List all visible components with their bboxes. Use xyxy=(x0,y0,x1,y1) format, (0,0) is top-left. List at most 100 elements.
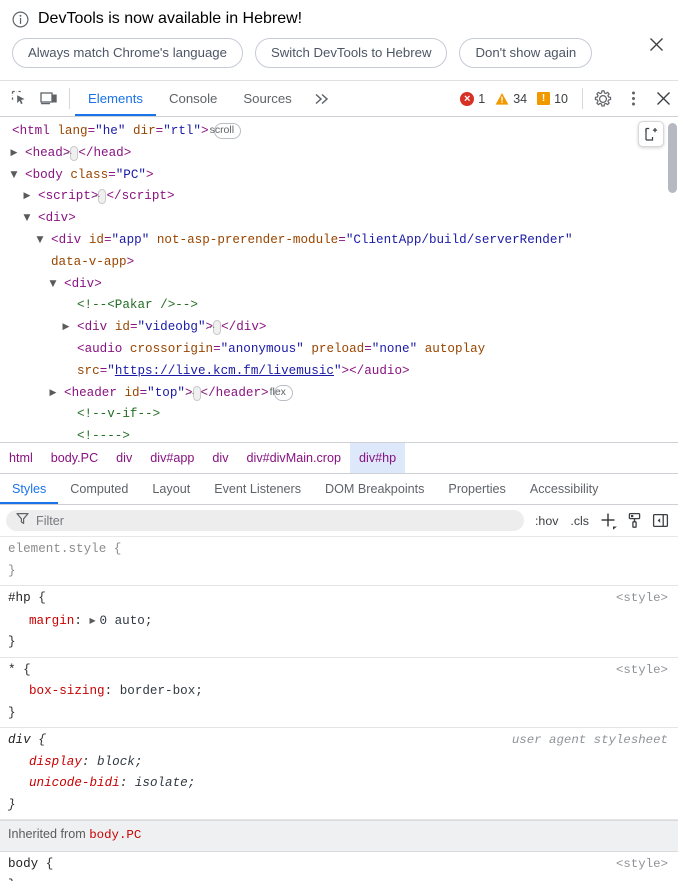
dom-tree-node[interactable]: ▼<div> xyxy=(0,208,678,230)
styles-pane[interactable]: element.style {}<style>#hp {margin: ▶0 a… xyxy=(0,537,678,881)
declaration-value[interactable]: isolate; xyxy=(135,776,195,790)
toggle-sidebar-icon[interactable] xyxy=(648,509,672,533)
style-rule-universal-rule[interactable]: <style>* {box-sizing: border-box;} xyxy=(0,658,678,729)
dom-tree-node[interactable]: <!--<Pakar />--> xyxy=(0,295,678,317)
dom-tree-node[interactable]: ▶<head>…</head> xyxy=(0,143,678,165)
style-rule-selector[interactable]: div xyxy=(8,733,31,747)
sidebar-tab-layout[interactable]: Layout xyxy=(140,474,202,504)
error-counter[interactable]: × 1 xyxy=(457,92,488,106)
attribute-link[interactable]: https://live.kcm.fm/livemusic xyxy=(115,364,334,378)
dom-tree-node[interactable]: ▶<header id="top">…</header>flex xyxy=(0,383,678,405)
sidebar-tab-properties[interactable]: Properties xyxy=(436,474,517,504)
style-declaration[interactable]: display: block; xyxy=(8,752,670,774)
tab-sources[interactable]: Sources xyxy=(230,81,304,116)
chevron-double-right-icon[interactable] xyxy=(305,81,339,116)
dom-tree[interactable]: <html lang="he" dir="rtl">scroll▶<head>…… xyxy=(0,117,678,443)
dom-tree-panel[interactable]: <html lang="he" dir="rtl">scroll▶<head>…… xyxy=(0,117,678,443)
expand-children-ellipsis[interactable]: … xyxy=(193,386,201,401)
sidebar-tabs[interactable]: StylesComputedLayoutEvent ListenersDOM B… xyxy=(0,474,678,505)
style-rule-selector[interactable]: * xyxy=(8,663,16,677)
breadcrumb-item-div[interactable]: div xyxy=(107,443,141,473)
inspect-element-icon[interactable] xyxy=(4,81,34,116)
inherited-source-selector[interactable]: body.PC xyxy=(89,828,141,842)
declaration-property[interactable]: box-sizing xyxy=(29,684,105,698)
kebab-menu-icon[interactable] xyxy=(618,81,648,116)
token-attrval: "videobg" xyxy=(138,320,206,334)
style-rule-hp-rule[interactable]: <style>#hp {margin: ▶0 auto;} xyxy=(0,586,678,658)
twisty-expanded-icon[interactable]: ▼ xyxy=(14,165,25,187)
always-match-language-button[interactable]: Always match Chrome's language xyxy=(12,38,243,68)
breadcrumb-item-div[interactable]: div xyxy=(203,443,237,473)
style-rule-body-rule[interactable]: <style>body {} xyxy=(0,852,678,881)
switch-devtools-language-button[interactable]: Switch DevTools to Hebrew xyxy=(255,38,448,68)
twisty-collapsed-icon[interactable]: ▶ xyxy=(27,186,38,208)
twisty-expanded-icon[interactable]: ▼ xyxy=(40,230,51,252)
element-classes-icon[interactable] xyxy=(622,509,646,533)
adorner-badge-scroll[interactable]: scroll xyxy=(214,123,242,139)
tab-elements[interactable]: Elements xyxy=(75,81,156,116)
style-rule-div-ua-rule[interactable]: user agent stylesheetdiv {display: block… xyxy=(0,728,678,820)
style-declaration[interactable]: box-sizing: border-box; xyxy=(8,681,670,703)
close-icon[interactable] xyxy=(644,32,668,56)
declaration-value[interactable]: border-box; xyxy=(120,684,203,698)
style-rule-origin[interactable]: <style> xyxy=(616,660,668,682)
twisty-expanded-icon[interactable]: ▼ xyxy=(53,274,64,296)
token-tagname: div xyxy=(72,277,95,291)
breadcrumb-item-div-divmain-crop[interactable]: div#divMain.crop xyxy=(238,443,351,473)
issue-counters[interactable]: × 1 34 ! 10 xyxy=(451,81,577,116)
dom-tree-node[interactable]: <html lang="he" dir="rtl">scroll xyxy=(0,121,678,143)
breadcrumb[interactable]: htmlbody.PCdivdiv#appdivdiv#divMain.crop… xyxy=(0,443,678,474)
style-rule-selector[interactable]: body xyxy=(8,857,38,871)
twisty-collapsed-icon[interactable]: ▶ xyxy=(14,143,25,165)
declaration-value[interactable]: block; xyxy=(97,755,142,769)
style-declaration[interactable]: unicode-bidi: isolate; xyxy=(8,773,670,795)
style-rule-selector[interactable]: element.style xyxy=(8,542,106,556)
sidebar-tab-dom-breakpoints[interactable]: DOM Breakpoints xyxy=(313,474,436,504)
sidebar-tab-event-listeners[interactable]: Event Listeners xyxy=(202,474,313,504)
adorner-badge-flex[interactable]: flex xyxy=(274,385,293,401)
dom-tree-node[interactable]: <!----> xyxy=(0,426,678,443)
declaration-property[interactable]: display xyxy=(29,755,82,769)
style-rule-element-style-rule[interactable]: element.style {} xyxy=(0,537,678,586)
style-rule-selector[interactable]: #hp xyxy=(8,591,31,605)
plus-new-style-rule-icon[interactable] xyxy=(596,509,620,533)
element-class-button[interactable]: .cls xyxy=(565,514,594,528)
declaration-property[interactable]: margin xyxy=(29,614,74,628)
search-input[interactable]: Filter xyxy=(6,510,524,531)
device-toolbar-icon[interactable] xyxy=(34,81,64,116)
style-rule-origin[interactable]: <style> xyxy=(616,854,668,876)
dom-tree-node[interactable]: ▼<body class="PC"> xyxy=(0,165,678,187)
sidebar-tab-computed[interactable]: Computed xyxy=(58,474,140,504)
declaration-value[interactable]: 0 auto; xyxy=(99,614,152,628)
style-declaration[interactable]: margin: ▶0 auto; xyxy=(8,610,670,633)
declaration-expand-icon[interactable]: ▶ xyxy=(89,610,99,632)
close-devtools-icon[interactable] xyxy=(648,81,678,116)
dom-tree-node[interactable]: ▼<div id="app" not-asp-prerender-module=… xyxy=(0,230,678,274)
breadcrumb-item-html[interactable]: html xyxy=(0,443,42,473)
open-brace: { xyxy=(31,591,46,605)
dom-tree-node[interactable]: ▶<script>…</script> xyxy=(0,186,678,208)
expand-children-ellipsis[interactable]: … xyxy=(213,320,221,335)
issue-counter[interactable]: ! 10 xyxy=(534,92,571,106)
declaration-property[interactable]: unicode-bidi xyxy=(29,776,120,790)
dom-tree-scrollbar[interactable] xyxy=(668,123,677,193)
twisty-expanded-icon[interactable]: ▼ xyxy=(27,208,38,230)
dom-tree-node[interactable]: ▶<div id="videobg">…</div> xyxy=(0,317,678,339)
gear-icon[interactable] xyxy=(588,81,618,116)
dom-tree-node[interactable]: <audio crossorigin="anonymous" preload="… xyxy=(0,339,678,383)
dom-tree-node[interactable]: <!--v-if--> xyxy=(0,404,678,426)
breadcrumb-item-div-hp[interactable]: div#hp xyxy=(350,443,405,473)
tab-console[interactable]: Console xyxy=(156,81,230,116)
dont-show-again-button[interactable]: Don't show again xyxy=(459,38,592,68)
twisty-collapsed-icon[interactable]: ▶ xyxy=(66,317,77,339)
sidebar-tab-styles[interactable]: Styles xyxy=(0,474,58,504)
element-badge-settings-icon[interactable] xyxy=(638,121,664,147)
breadcrumb-item-div-app[interactable]: div#app xyxy=(141,443,203,473)
style-rule-origin[interactable]: <style> xyxy=(616,588,668,610)
breadcrumb-item-body-pc[interactable]: body.PC xyxy=(42,443,107,473)
sidebar-tab-accessibility[interactable]: Accessibility xyxy=(518,474,611,504)
hover-state-button[interactable]: :hov xyxy=(530,514,563,528)
warning-counter[interactable]: 34 xyxy=(492,92,530,106)
dom-tree-node[interactable]: ▼<div> xyxy=(0,274,678,296)
twisty-collapsed-icon[interactable]: ▶ xyxy=(53,383,64,405)
